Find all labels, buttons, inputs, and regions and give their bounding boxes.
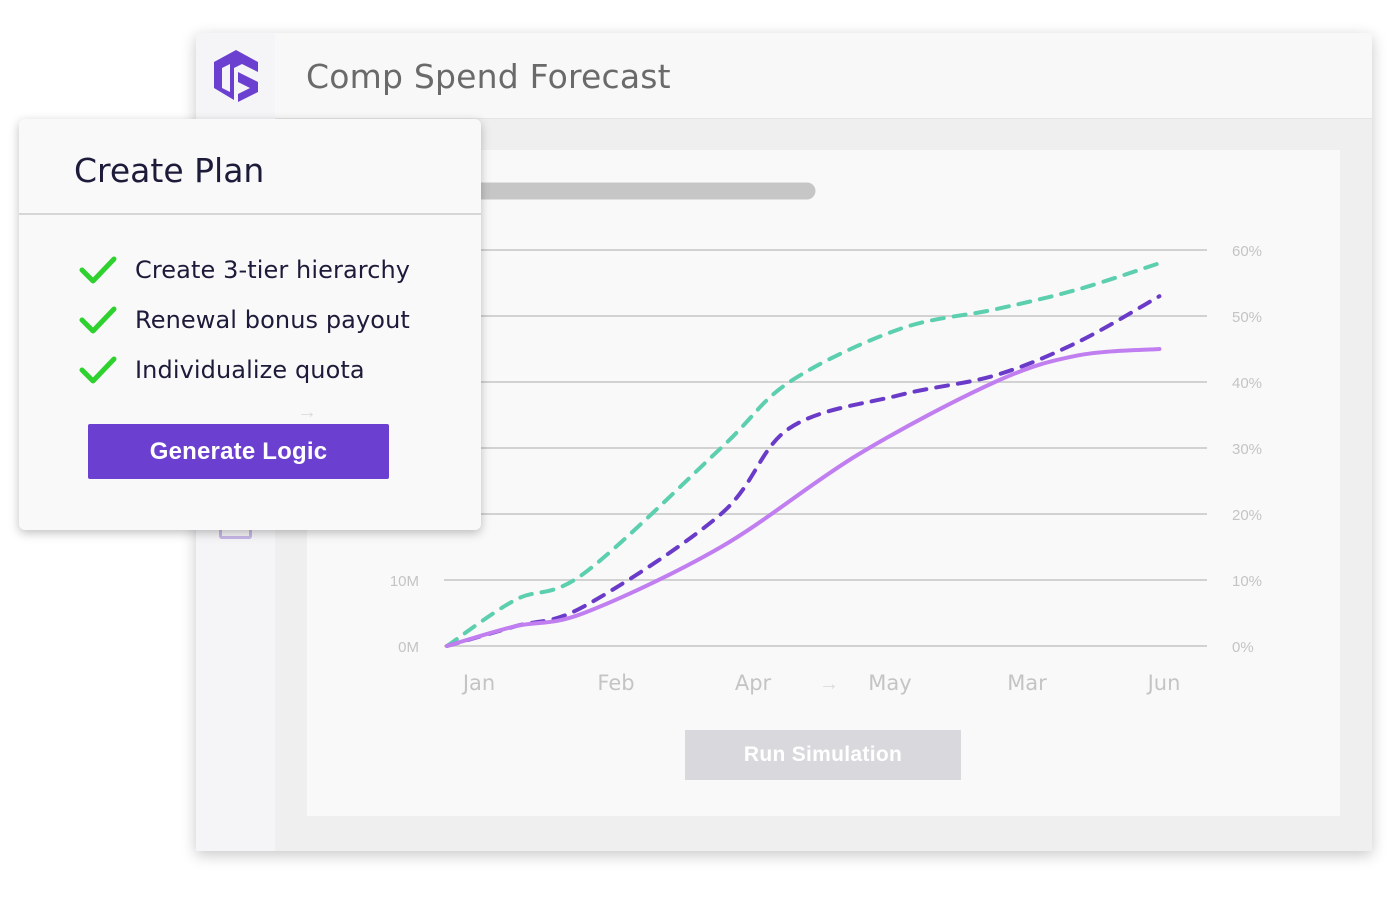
y-right-tick-label: 30%	[1232, 441, 1262, 458]
checklist-item-label: Create 3-tier hierarchy	[135, 256, 411, 284]
brand-logo-icon[interactable]	[212, 48, 260, 102]
checklist-item-label: Renewal bonus payout	[135, 306, 410, 334]
run-simulation-button[interactable]: Run Simulation	[685, 730, 961, 780]
generate-logic-button[interactable]: Generate Logic	[88, 424, 389, 479]
check-icon	[79, 306, 117, 334]
arrow-right-icon: →	[297, 401, 317, 423]
x-tick-label: Mar	[1007, 671, 1047, 695]
check-icon	[79, 256, 117, 284]
series-line-3	[445, 347, 1162, 648]
x-tick-label: Apr	[735, 671, 772, 695]
popover-title: Create Plan	[74, 151, 265, 190]
x-tick-label: Feb	[597, 671, 634, 695]
y-right-tick-label: 20%	[1232, 507, 1262, 524]
arrow-right-icon: →	[819, 673, 839, 695]
plan-checklist: Create 3-tier hierarchy Renewal bonus pa…	[79, 245, 410, 395]
x-tick-label: Jun	[1146, 671, 1181, 695]
y-right-tick-label: 40%	[1232, 375, 1262, 392]
y-left-tick-label: 0M	[398, 639, 419, 656]
y-right-tick-label: 60%	[1232, 243, 1262, 260]
y-right-tick-label: 0%	[1232, 639, 1254, 656]
checklist-item: Individualize quota	[79, 345, 410, 395]
y-right-tick-label: 10%	[1232, 573, 1262, 590]
page-title: Comp Spend Forecast	[306, 57, 671, 96]
checklist-item: Create 3-tier hierarchy	[79, 245, 410, 295]
x-tick-label: Jan	[461, 671, 495, 695]
series-line-2	[445, 294, 1162, 648]
checklist-item-label: Individualize quota	[135, 356, 365, 384]
y-right-tick-label: 50%	[1232, 309, 1262, 326]
create-plan-popover: Create Plan Create 3-tier hierarchy Rene…	[19, 119, 481, 530]
y-left-tick-label: 10M	[390, 573, 419, 590]
series-line-1	[445, 261, 1162, 648]
popover-divider	[19, 213, 481, 215]
x-tick-label: May	[868, 671, 911, 695]
check-icon	[79, 356, 117, 384]
checklist-item: Renewal bonus payout	[79, 295, 410, 345]
header: Comp Spend Forecast	[275, 33, 1372, 119]
